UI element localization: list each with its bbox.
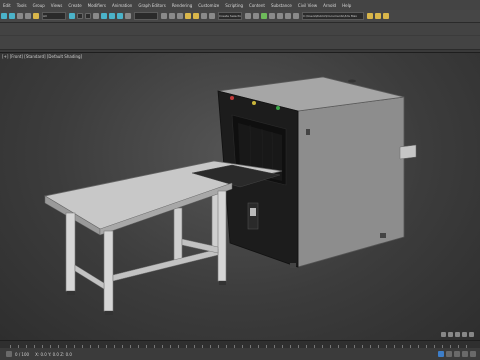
link-icon[interactable]	[17, 13, 23, 19]
menu-item-substance[interactable]: Substance	[268, 3, 295, 8]
rendered-frame-window-icon[interactable]	[375, 13, 381, 19]
control-panel-label	[250, 208, 256, 216]
exit-conveyor	[399, 144, 417, 160]
redo-icon[interactable]	[9, 13, 15, 19]
reference-coordinate-dropdown[interactable]	[134, 12, 158, 20]
named-selection-set-field[interactable]: Create Selection Set	[218, 12, 242, 20]
lamp-green	[276, 106, 280, 110]
menu-item-group[interactable]: Group	[30, 3, 48, 8]
select-manipulate-icon[interactable]	[169, 13, 175, 19]
table-crossbars	[74, 238, 219, 290]
angle-snap-icon[interactable]	[193, 13, 199, 19]
snaps-toggle-icon[interactable]	[185, 13, 191, 19]
frame-counter: 0 / 100	[15, 351, 30, 357]
menu-item-modifiers[interactable]: Modifiers	[85, 3, 109, 8]
viewport-nav-controls	[439, 332, 474, 337]
spinner-snap-icon[interactable]	[209, 13, 215, 19]
3ds-max-window: Edit Tools Group Views Create Modifiers …	[0, 0, 480, 360]
project-path-field[interactable]: C:\Users\Public\Documents\3ds Max	[302, 12, 364, 20]
status-bar: 0 / 100 X: 0.0 Y: 0.0 Z: 0.0	[0, 348, 480, 360]
orbit-icon[interactable]	[462, 332, 467, 337]
keyboard-shortcut-icon[interactable]	[177, 13, 183, 19]
placement-icon[interactable]	[125, 13, 131, 19]
machine-side-panel	[297, 96, 405, 268]
coordinate-display[interactable]: X: 0.0 Y: 0.0 Z: 0.0	[35, 352, 72, 357]
machine-foot	[290, 263, 296, 268]
viewport-scene	[43, 76, 417, 315]
window-crossing-icon[interactable]	[93, 13, 99, 19]
material-editor-icon[interactable]	[293, 13, 299, 19]
maxscript-listener-icon[interactable]	[6, 351, 12, 357]
curve-editor-icon[interactable]	[277, 13, 283, 19]
zoom-all-icon[interactable]	[448, 332, 453, 337]
lamp-yellow	[252, 101, 256, 105]
status-right	[436, 351, 480, 357]
align-icon[interactable]	[253, 13, 259, 19]
status-left: 0 / 100 X: 0.0 Y: 0.0 Z: 0.0	[0, 351, 75, 357]
time-config-icon[interactable]	[470, 351, 476, 357]
next-frame-icon[interactable]	[462, 351, 468, 357]
side-indicator	[306, 129, 310, 135]
schematic-view-icon[interactable]	[285, 13, 291, 19]
zoom-icon[interactable]	[441, 332, 446, 337]
ribbon-divider	[0, 35, 480, 36]
menu-item-customize[interactable]: Customize	[195, 3, 222, 8]
main-toolbar: All Create Selection Set C:\Users\Public…	[0, 10, 480, 23]
menu-item-content[interactable]: Content	[246, 3, 268, 8]
layer-explorer-icon[interactable]	[261, 13, 267, 19]
unlink-icon[interactable]	[25, 13, 31, 19]
selection-filter-dropdown[interactable]: All	[42, 12, 66, 20]
menu-item-arnold[interactable]: Arnold	[320, 3, 339, 8]
auto-key-button[interactable]	[438, 351, 444, 357]
menu-item-views[interactable]: Views	[48, 3, 66, 8]
select-object-icon[interactable]	[69, 13, 75, 19]
machine-foot	[380, 233, 386, 238]
menu-item-graph-editors[interactable]: Graph Editors	[135, 3, 168, 8]
toggle-ribbon-icon[interactable]	[269, 13, 275, 19]
move-icon[interactable]	[101, 13, 107, 19]
pivot-center-icon[interactable]	[161, 13, 167, 19]
viewport-front[interactable]: [+] [Front] [Standard] [Default Shading]	[0, 52, 480, 341]
table-leg-feet	[67, 281, 226, 315]
scale-icon[interactable]	[117, 13, 123, 19]
machine-top-handle	[348, 79, 356, 83]
maximize-viewport-icon[interactable]	[469, 332, 474, 337]
menu-item-rendering[interactable]: Rendering	[169, 3, 195, 8]
select-by-name-icon[interactable]	[77, 13, 83, 19]
play-button-icon[interactable]	[454, 351, 460, 357]
pan-icon[interactable]	[455, 332, 460, 337]
render-production-icon[interactable]	[383, 13, 389, 19]
menu-item-tools[interactable]: Tools	[14, 3, 30, 8]
menu-item-animation[interactable]: Animation	[109, 3, 135, 8]
menu-item-civil-view[interactable]: Civil View	[295, 3, 320, 8]
mirror-icon[interactable]	[245, 13, 251, 19]
set-key-button[interactable]	[446, 351, 452, 357]
rotate-icon[interactable]	[109, 13, 115, 19]
undo-icon[interactable]	[1, 13, 7, 19]
menu-item-scripting[interactable]: Scripting	[222, 3, 246, 8]
ribbon-panel	[0, 23, 480, 50]
menu-bar: Edit Tools Group Views Create Modifiers …	[0, 0, 480, 10]
menu-item-help[interactable]: Help	[339, 3, 354, 8]
region-select-icon[interactable]	[85, 13, 91, 19]
menu-item-edit[interactable]: Edit	[0, 3, 14, 8]
percent-snap-icon[interactable]	[201, 13, 207, 19]
bind-space-warp-icon[interactable]	[33, 13, 39, 19]
lamp-red	[230, 96, 234, 100]
render-setup-icon[interactable]	[367, 13, 373, 19]
menu-item-create[interactable]: Create	[65, 3, 84, 8]
